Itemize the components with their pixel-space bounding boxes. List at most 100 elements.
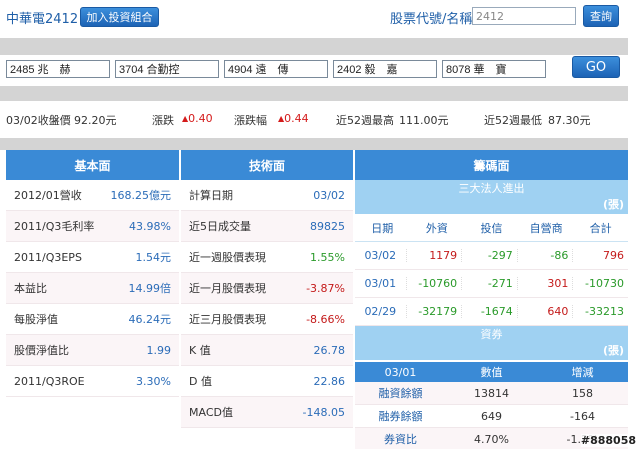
table-row: 02/29 -32179 -1674 640 -33213	[355, 298, 628, 326]
row-label: K 值	[189, 344, 211, 357]
close-value: 92.20元	[74, 114, 117, 127]
column-header: 數值	[480, 366, 503, 379]
table-row: 2011/Q3EPS 1.54元	[6, 242, 179, 273]
table-row: 2011/Q3ROE 3.30%	[6, 366, 179, 397]
table-cell: 158	[572, 386, 593, 400]
row-label: MACD值	[189, 406, 233, 419]
peer-input[interactable]	[115, 60, 219, 78]
stock-code-label: 股票代號/名稱	[390, 12, 473, 27]
table-cell: -32179	[407, 305, 463, 318]
table-cell: 640	[518, 305, 574, 318]
chips-panel: 籌碼面 三大法人進出 (張) 日期 外資 投信 自營商 合計 03/02 117…	[355, 150, 628, 449]
row-label: 每股淨值	[14, 313, 58, 326]
table-row: 近一週股價表現 1.55%	[181, 242, 353, 273]
divider-bar	[0, 138, 628, 150]
technicals-panel: 技術面 計算日期 03/02 近5日成交量 89825 近一週股價表現 1.55% 近…	[181, 150, 353, 449]
row-label: 2011/Q3毛利率	[14, 220, 95, 233]
institutional-title: 三大法人進出	[355, 180, 628, 198]
divider-bar	[0, 86, 628, 101]
stock-code-input[interactable]	[472, 7, 576, 25]
row-value: 43.98%	[129, 219, 171, 233]
low-value: 87.30元	[548, 114, 591, 127]
fundamentals-list: 2012/01營收 168.25億元 2011/Q3毛利率 43.98% 2011/…	[6, 180, 179, 397]
table-row: 03/01 -10760 -271 301 -10730	[355, 270, 628, 298]
table-cell: -1674	[462, 305, 518, 318]
table-row: 近三月股價表現 -8.66%	[181, 304, 353, 335]
row-value: 3.30%	[136, 374, 171, 388]
technicals-list: 計算日期 03/02 近5日成交量 89825 近一週股價表現 1.55% 近一月股價…	[181, 180, 353, 428]
table-cell: 796	[602, 249, 624, 262]
table-row: 融資餘額 13814 158	[355, 382, 628, 405]
column-header: 投信	[480, 221, 503, 235]
table-row: 每股淨值 46.24元	[6, 304, 179, 335]
row-label: 本益比	[14, 282, 47, 295]
change-value-group: ▲0.40	[182, 112, 213, 125]
table-row: 計算日期 03/02	[181, 180, 353, 211]
row-value: 26.78	[313, 343, 346, 357]
peer-input[interactable]	[6, 60, 110, 78]
table-row: MACD值 -148.05	[181, 397, 353, 428]
close-label: 03/02收盤價	[6, 114, 71, 127]
table-cell: 融券餘額	[378, 410, 423, 423]
row-value: 1.99	[146, 343, 172, 357]
fundamentals-panel: 基本面 2012/01營收 168.25億元 2011/Q3毛利率 43.98% 2…	[6, 150, 179, 449]
row-label: 近一週股價表現	[189, 251, 266, 264]
table-cell: -164	[570, 409, 595, 423]
unit-label: (張)	[355, 344, 628, 360]
high-label: 近52週最高	[336, 114, 394, 127]
row-label: 2011/Q3ROE	[14, 374, 85, 388]
column-header: 03/01	[384, 365, 417, 379]
fundamentals-title: 基本面	[6, 150, 179, 180]
table-cell: 649	[481, 409, 502, 423]
table-row: 2011/Q3毛利率 43.98%	[6, 211, 179, 242]
table-cell: 03/02	[355, 249, 407, 262]
table-row: 近5日成交量 89825	[181, 211, 353, 242]
divider-bar	[0, 38, 628, 55]
table-cell: -297	[462, 249, 518, 262]
column-header: 增減	[571, 366, 594, 379]
peer-input[interactable]	[333, 60, 437, 78]
margin-header: 03/01 數值 增減	[355, 360, 628, 382]
peer-input[interactable]	[442, 60, 546, 78]
table-cell: -10730	[585, 277, 624, 290]
add-portfolio-button[interactable]: 加入投資組合	[80, 7, 159, 27]
query-button[interactable]: 查詢	[583, 5, 619, 27]
column-header: 合計	[589, 221, 612, 235]
high-value: 111.00元	[399, 114, 449, 127]
table-row: 本益比 14.99倍	[6, 273, 179, 304]
technicals-title: 技術面	[181, 150, 353, 180]
row-label: 2011/Q3EPS	[14, 250, 82, 264]
table-cell: 13814	[474, 386, 509, 400]
row-value: 1.54元	[135, 251, 172, 264]
go-button[interactable]: GO	[572, 56, 620, 78]
table-row: K 值 26.78	[181, 335, 353, 366]
table-cell: -33213	[585, 305, 624, 318]
chips-title: 籌碼面	[355, 150, 628, 180]
unit-label: (張)	[355, 198, 628, 214]
table-row: 2012/01營收 168.25億元	[6, 180, 179, 211]
row-value: 22.86	[313, 374, 346, 388]
table-cell: 02/29	[355, 305, 407, 318]
row-label: D 值	[189, 375, 212, 388]
pct-value-group: ▲0.44	[278, 112, 309, 125]
change-label: 漲跌	[152, 114, 174, 127]
table-cell: 券資比	[384, 433, 417, 446]
table-row: 融券餘額 649 -164	[355, 405, 628, 428]
column-header: 自營商	[529, 221, 563, 235]
table-cell: 融資餘額	[378, 387, 423, 400]
row-value: -8.66%	[306, 312, 345, 326]
row-value: 1.55%	[310, 250, 345, 264]
row-label: 近一月股價表現	[189, 282, 266, 295]
watermark-label: #888058	[580, 434, 636, 447]
peer-input[interactable]	[224, 60, 328, 78]
quote-summary: 03/02收盤價 92.20元 漲跌 ▲0.40 漲跌幅 ▲0.44 近52週最…	[6, 112, 626, 128]
row-value: 14.99倍	[128, 282, 172, 295]
row-label: 計算日期	[189, 189, 233, 202]
row-value: 89825	[310, 219, 345, 233]
table-row: 近一月股價表現 -3.87%	[181, 273, 353, 304]
row-value: 46.24元	[128, 313, 172, 326]
top-bar: 中華電2412 加入投資組合 股票代號/名稱 查詢	[0, 0, 640, 32]
pct-label: 漲跌幅	[234, 114, 267, 127]
row-label: 股價淨值比	[14, 344, 69, 357]
table-cell: 03/01	[355, 277, 407, 290]
